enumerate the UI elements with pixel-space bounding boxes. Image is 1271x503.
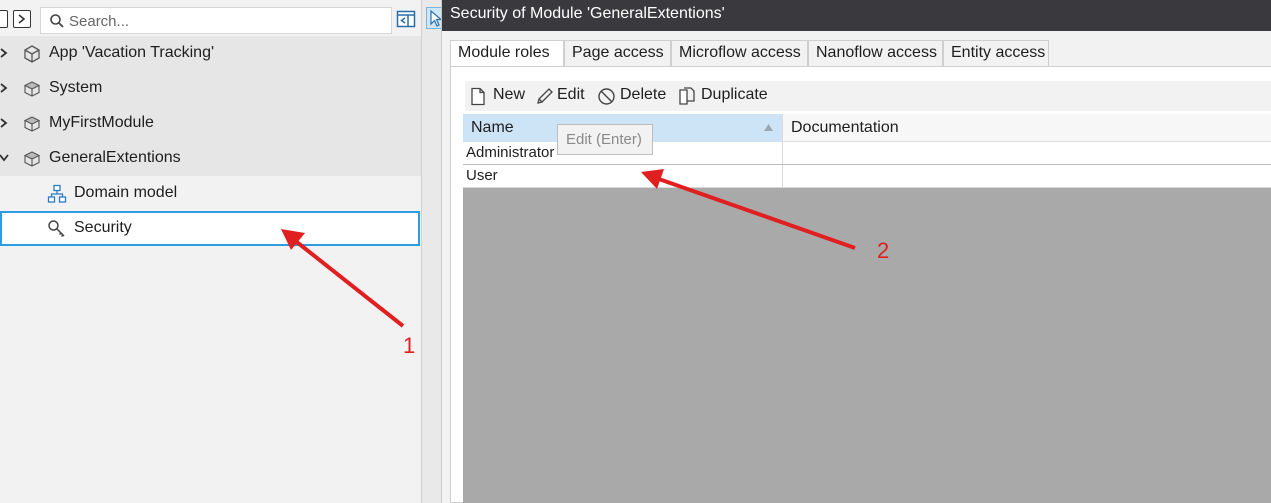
tab-entity-access[interactable]: Entity access xyxy=(943,40,1049,67)
panel-icon[interactable] xyxy=(0,10,8,28)
tree-item-generalextentions[interactable]: GeneralExtentions xyxy=(0,141,421,176)
domain-model-icon xyxy=(47,184,67,203)
edit-button[interactable]: Edit xyxy=(535,84,591,108)
delete-button[interactable]: Delete xyxy=(597,84,669,108)
chevron-right-icon[interactable] xyxy=(0,47,10,59)
chevron-right-icon[interactable] xyxy=(0,82,10,94)
tree-item-label: Domain model xyxy=(74,184,178,201)
security-document: Security of Module 'GeneralExtentions' M… xyxy=(442,0,1271,503)
role-name-cell: User xyxy=(463,165,783,187)
package-icon xyxy=(24,45,40,63)
module-icon xyxy=(23,151,41,167)
pencil-icon xyxy=(537,88,553,104)
edit-tooltip: Edit (Enter) xyxy=(557,124,653,155)
key-icon xyxy=(48,220,65,238)
duplicate-icon xyxy=(679,87,695,105)
explorer-toolbar xyxy=(0,0,421,37)
tree-item-label: GeneralExtentions xyxy=(49,149,181,166)
tree-item-system[interactable]: System xyxy=(0,71,421,106)
role-documentation-cell xyxy=(783,142,1271,164)
tab-nanoflow-access[interactable]: Nanoflow access xyxy=(808,40,943,67)
delete-icon xyxy=(598,88,615,105)
search-box[interactable] xyxy=(40,7,392,34)
tree-item-label: Security xyxy=(74,219,132,236)
tree-item-myfirstmodule[interactable]: MyFirstModule xyxy=(0,106,421,141)
tab-microflow-access[interactable]: Microflow access xyxy=(671,40,808,67)
collapse-panel-icon[interactable] xyxy=(396,9,416,29)
new-document-icon xyxy=(471,87,485,106)
roles-toolbar: New Edit Delete Duplicate xyxy=(465,81,1271,111)
duplicate-label: Duplicate xyxy=(701,86,768,103)
panel-splitter[interactable] xyxy=(421,0,441,503)
document-title: Security of Module 'GeneralExtentions' xyxy=(442,0,1271,31)
tab-page-access[interactable]: Page access xyxy=(564,40,671,67)
edit-label: Edit xyxy=(557,86,585,103)
module-icon xyxy=(23,116,41,132)
roles-grid: Name Documentation Administrator User xyxy=(463,114,1271,503)
new-button[interactable]: New xyxy=(469,84,529,108)
tree-item-label: MyFirstModule xyxy=(49,114,154,131)
annotation-number-1: 1 xyxy=(403,333,416,358)
tree-item-label: App 'Vacation Tracking' xyxy=(49,44,215,61)
tree-item-app[interactable]: App 'Vacation Tracking' xyxy=(0,36,421,71)
role-documentation-cell xyxy=(783,165,1271,187)
search-icon xyxy=(50,14,64,28)
new-label: New xyxy=(493,86,526,103)
sort-ascending-icon xyxy=(764,124,773,131)
annotation-number-2: 2 xyxy=(877,238,890,263)
project-explorer: App 'Vacation Tracking' System MyFirstMo… xyxy=(0,0,421,503)
chevron-right-icon[interactable] xyxy=(0,117,10,129)
tree-item-label: System xyxy=(49,79,103,96)
tree-item-security[interactable]: Security xyxy=(0,211,420,246)
module-icon xyxy=(23,81,41,97)
chevron-down-icon[interactable] xyxy=(0,152,10,164)
duplicate-button[interactable]: Duplicate xyxy=(678,84,773,108)
search-input[interactable] xyxy=(69,11,387,31)
expand-all-icon[interactable] xyxy=(13,10,31,28)
tab-module-roles[interactable]: Module roles xyxy=(450,40,564,68)
tree-item-domain-model[interactable]: Domain model xyxy=(0,176,421,211)
column-header-label: Name xyxy=(471,119,514,136)
table-row[interactable]: User xyxy=(463,165,1271,188)
column-header-documentation[interactable]: Documentation xyxy=(783,114,1271,142)
column-header-label: Documentation xyxy=(791,119,899,136)
delete-label: Delete xyxy=(620,86,667,103)
